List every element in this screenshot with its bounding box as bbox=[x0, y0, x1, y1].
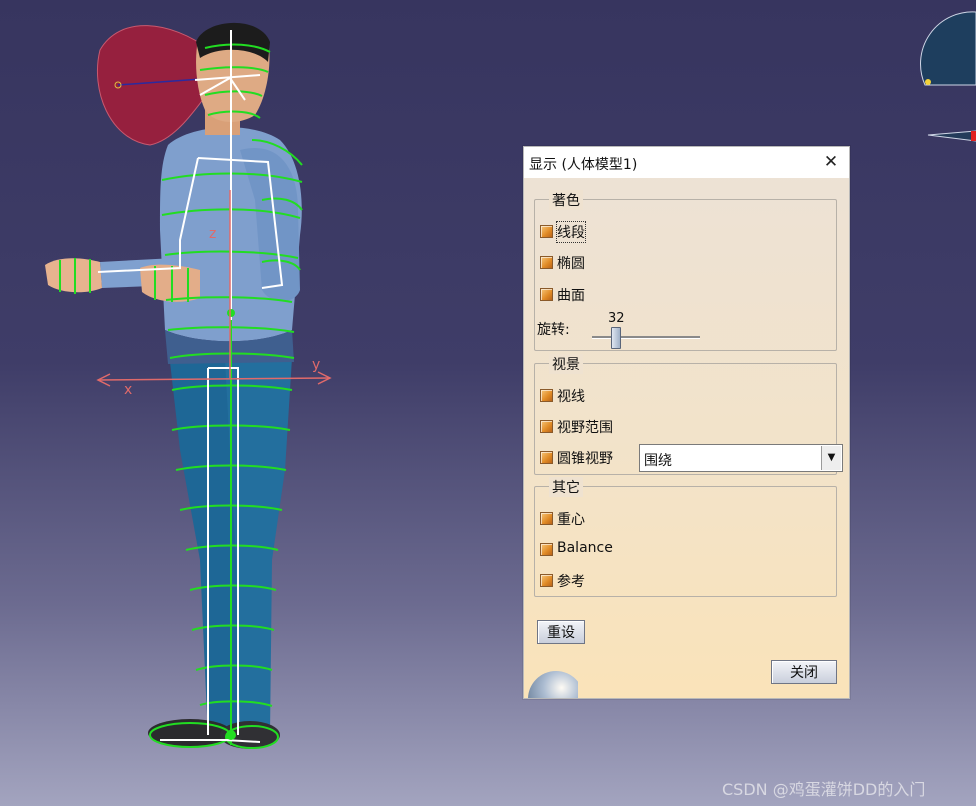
option-label: 重心 bbox=[557, 512, 585, 528]
rotation-label: 旋转: bbox=[537, 322, 570, 338]
dialog-titlebar[interactable]: 显示 (人体模型1) ✕ bbox=[524, 147, 849, 178]
checkbox-icon[interactable] bbox=[540, 389, 553, 402]
rotation-value: 32 bbox=[608, 311, 625, 326]
option-label: 视野范围 bbox=[557, 420, 613, 436]
option-label: 视线 bbox=[557, 389, 585, 405]
reset-button[interactable]: 重设 bbox=[537, 620, 585, 644]
option-label: 曲面 bbox=[557, 288, 585, 304]
checkbox-icon[interactable] bbox=[540, 225, 553, 238]
rotation-slider-track[interactable] bbox=[592, 336, 700, 339]
checkbox-icon[interactable] bbox=[540, 574, 553, 587]
checkbox-icon[interactable] bbox=[540, 451, 553, 464]
group-shading-label: 著色 bbox=[549, 190, 583, 210]
axis-y-label: y bbox=[312, 357, 320, 373]
compass-widget[interactable] bbox=[920, 11, 976, 142]
group-vision: 视景 视线 视野范围 圆锥视野 围绕 ▼ bbox=[534, 354, 843, 475]
display-dialog: 显示 (人体模型1) ✕ 著色 线段 椭圆 曲面 旋转: 32 视景 视线 视野… bbox=[523, 146, 850, 699]
rotation-slider-thumb[interactable] bbox=[611, 327, 621, 349]
chevron-down-icon[interactable]: ▼ bbox=[821, 446, 841, 470]
watermark: CSDN @鸡蛋灌饼DD的入门 bbox=[722, 780, 926, 799]
axis-x-label: x bbox=[124, 382, 132, 398]
close-button[interactable]: 关闭 bbox=[771, 660, 837, 684]
dialog-title: 显示 (人体模型1) bbox=[529, 157, 638, 173]
option-label: 椭圆 bbox=[557, 256, 585, 272]
checkbox-icon[interactable] bbox=[540, 543, 553, 556]
group-shading: 著色 线段 椭圆 曲面 bbox=[534, 190, 837, 351]
checkbox-icon[interactable] bbox=[540, 288, 553, 301]
checkbox-icon[interactable] bbox=[540, 256, 553, 269]
checkbox-icon[interactable] bbox=[540, 512, 553, 525]
option-label: Balance bbox=[557, 540, 613, 556]
option-label: 圆锥视野 bbox=[557, 451, 613, 467]
cone-view-select-value: 围绕 bbox=[644, 453, 672, 469]
axis-z-label: z bbox=[209, 226, 216, 242]
group-other: 其它 重心 Balance 参考 bbox=[534, 477, 837, 597]
cone-view-select[interactable]: 围绕 ▼ bbox=[639, 444, 843, 472]
globe-decoration-icon bbox=[528, 671, 578, 698]
option-label: 参考 bbox=[557, 574, 585, 590]
option-label: 线段 bbox=[556, 221, 586, 243]
checkbox-icon[interactable] bbox=[540, 420, 553, 433]
group-vision-label: 视景 bbox=[549, 354, 583, 374]
close-icon[interactable]: ✕ bbox=[819, 151, 843, 173]
group-other-label: 其它 bbox=[549, 477, 583, 497]
